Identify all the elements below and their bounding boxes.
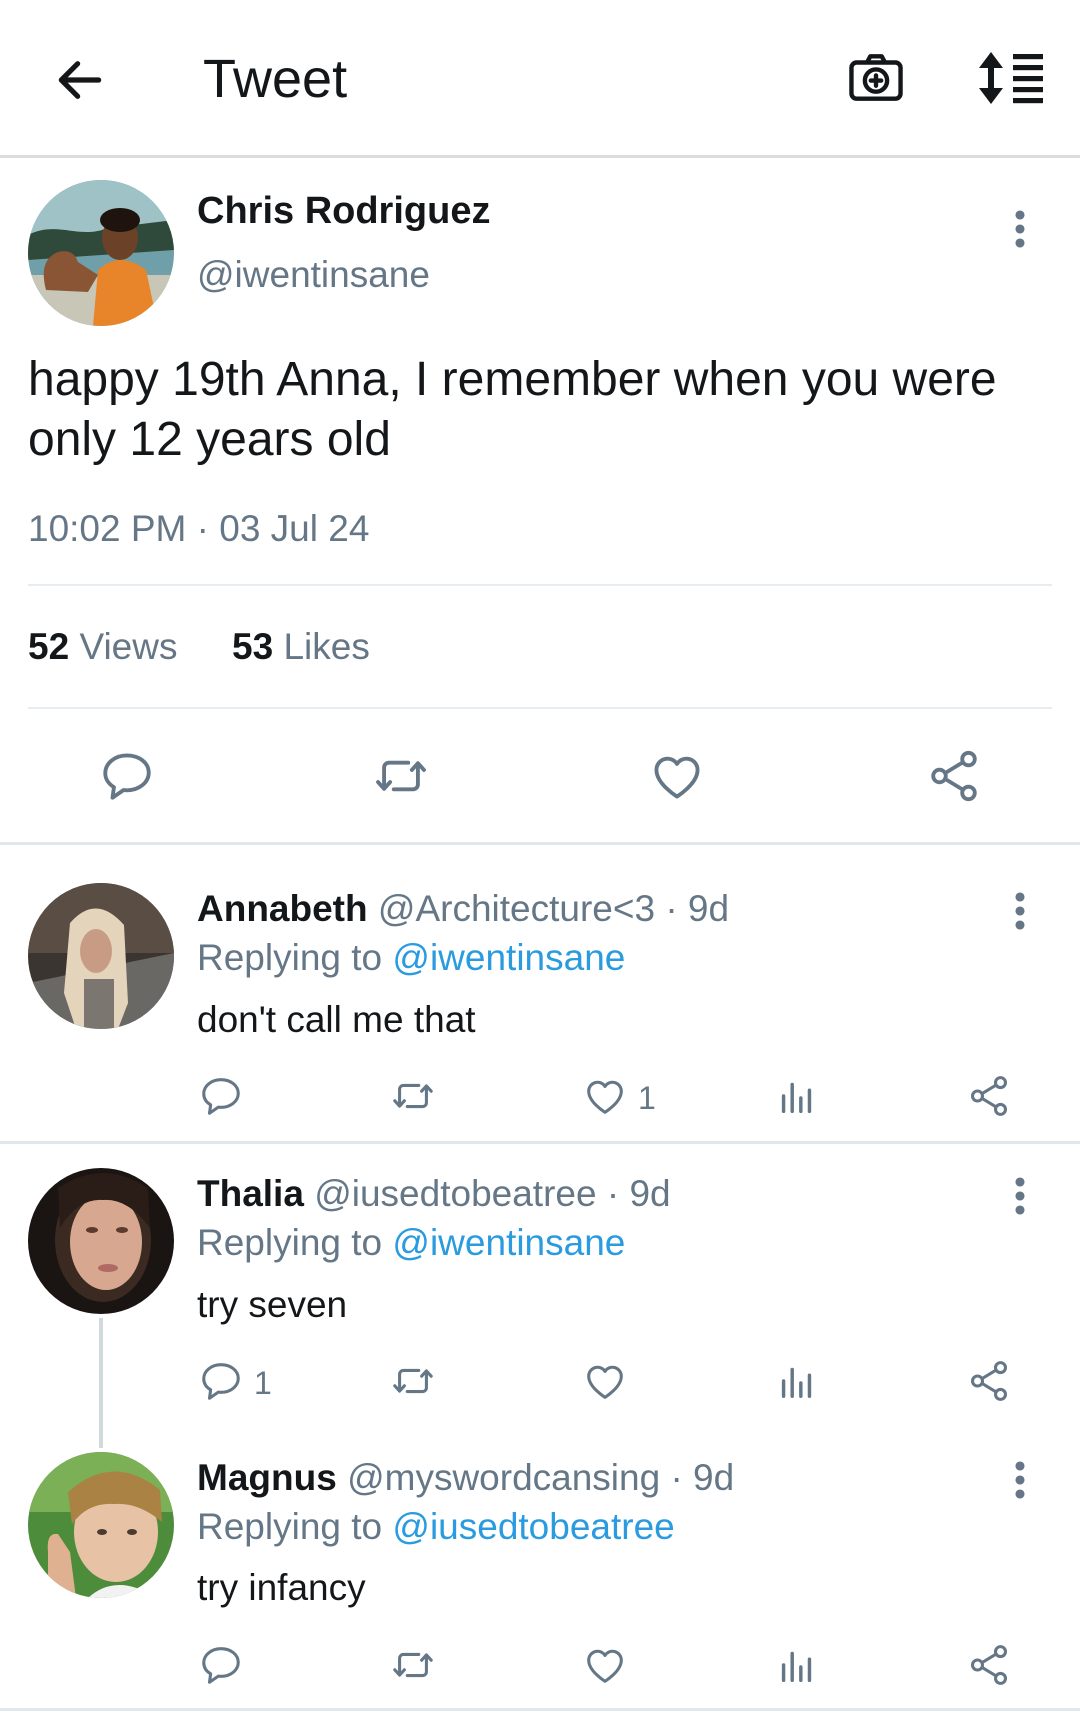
reply-icon[interactable]: [98, 747, 156, 805]
author-name[interactable]: Chris Rodriguez: [197, 190, 490, 233]
likes-count: 53: [232, 626, 274, 667]
replying-prefix: Replying to: [197, 937, 383, 978]
likes-label[interactable]: Likes: [283, 626, 369, 667]
camera-plus-icon[interactable]: [845, 47, 907, 109]
divider: [28, 584, 1052, 586]
divider: [28, 707, 1052, 709]
reply-icon[interactable]: [198, 1358, 244, 1404]
avatar-annabeth[interactable]: [28, 883, 174, 1029]
heart-icon[interactable]: [582, 1642, 628, 1688]
reply-text: don't call me that: [197, 999, 476, 1040]
replying-to-link[interactable]: @iwentinsane: [392, 937, 625, 978]
replying-to: Replying to @iwentinsane: [197, 937, 625, 979]
retweet-icon[interactable]: [372, 747, 430, 805]
reply-author-name[interactable]: Annabeth: [197, 888, 368, 929]
more-options-icon[interactable]: [1008, 208, 1032, 250]
stats-icon[interactable]: [774, 1073, 820, 1119]
reply-header: Thalia @iusedtobeatree · 9d: [197, 1173, 671, 1215]
more-options-icon[interactable]: [1008, 1175, 1032, 1217]
share-icon[interactable]: [966, 1642, 1012, 1688]
replying-prefix: Replying to: [197, 1506, 383, 1547]
reply-header: Annabeth @Architecture<3 · 9d: [197, 888, 729, 930]
reply-header: Magnus @myswordcansing · 9d: [197, 1457, 734, 1499]
reply-author-name[interactable]: Thalia: [197, 1173, 304, 1214]
tweet-stats: 52 Views 53 Likes: [28, 626, 370, 668]
reply-icon[interactable]: [198, 1642, 244, 1688]
reply-icon[interactable]: [198, 1073, 244, 1119]
retweet-icon[interactable]: [390, 1642, 436, 1688]
heart-icon[interactable]: [648, 747, 706, 805]
avatar-magnus[interactable]: [28, 1452, 174, 1598]
reply-author-meta: @Architecture<3 · 9d: [377, 888, 730, 929]
sort-list-icon[interactable]: [975, 50, 1047, 106]
replying-to: Replying to @iwentinsane: [197, 1222, 625, 1264]
reply-author-meta: @iusedtobeatree · 9d: [314, 1173, 671, 1214]
divider: [0, 1708, 1080, 1711]
reply-author-name[interactable]: Magnus: [197, 1457, 337, 1498]
divider: [0, 1141, 1080, 1144]
like-count: 1: [638, 1080, 656, 1116]
tweet-timestamp: 10:02 PM · 03 Jul 24: [28, 508, 370, 549]
replying-to: Replying to @iusedtobeatree: [197, 1506, 675, 1548]
reply-text: try infancy: [197, 1567, 366, 1608]
stats-icon[interactable]: [774, 1358, 820, 1404]
replying-to-link[interactable]: @iwentinsane: [392, 1222, 625, 1263]
reply-count: 1: [254, 1365, 272, 1401]
avatar-thalia[interactable]: [28, 1168, 174, 1314]
avatar-chris[interactable]: [28, 180, 174, 326]
arrow-left-icon[interactable]: [52, 52, 108, 108]
retweet-icon[interactable]: [390, 1073, 436, 1119]
views-count: 52: [28, 626, 70, 667]
tweet-text: happy 19th Anna, I remember when you wer…: [28, 353, 997, 466]
thread-line: [99, 1318, 103, 1448]
retweet-icon[interactable]: [390, 1358, 436, 1404]
more-options-icon[interactable]: [1008, 890, 1032, 932]
reply-text: try seven: [197, 1284, 348, 1325]
share-icon[interactable]: [925, 747, 983, 805]
stats-icon[interactable]: [774, 1642, 820, 1688]
replying-to-link[interactable]: @iusedtobeatree: [392, 1506, 674, 1547]
more-options-icon[interactable]: [1008, 1459, 1032, 1501]
replying-prefix: Replying to: [197, 1222, 383, 1263]
share-icon[interactable]: [966, 1073, 1012, 1119]
heart-icon[interactable]: [582, 1073, 628, 1119]
reply-author-meta: @myswordcansing · 9d: [347, 1457, 735, 1498]
top-bar: Tweet: [0, 0, 1080, 158]
divider: [0, 842, 1080, 845]
author-handle[interactable]: @iwentinsane: [197, 254, 430, 296]
share-icon[interactable]: [966, 1358, 1012, 1404]
heart-icon[interactable]: [582, 1358, 628, 1404]
page-title: Tweet: [203, 49, 348, 109]
views-label[interactable]: Views: [79, 626, 177, 667]
